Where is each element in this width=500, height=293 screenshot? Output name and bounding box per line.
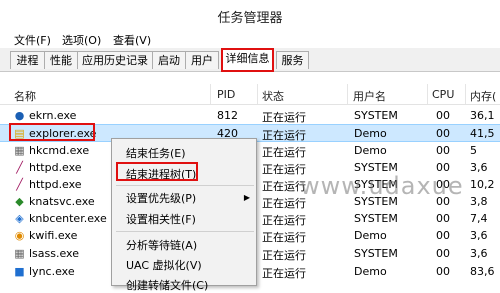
tab-startup[interactable]: 启动 [152,51,186,69]
title-bar: 任务管理器 [0,0,500,31]
menu-uac-virtualization[interactable]: UAC 虚拟化(V) [126,257,202,273]
end-process-tree-highlight [116,162,198,181]
tab-processes[interactable]: 进程 [10,51,45,69]
lsass-icon: ▦ [14,247,25,260]
window-title: 任务管理器 [217,11,283,26]
lync-icon: ■ [14,265,25,278]
column-status[interactable]: 状态 [262,88,284,104]
menu-end-task[interactable]: 结束任务(E) [126,145,186,161]
menu-options[interactable]: 选项(O) [62,32,101,48]
hkcmd-icon: ▦ [14,144,25,157]
menu-set-priority[interactable]: 设置优先级(P) [126,190,196,206]
ekrn-icon: ● [14,109,25,122]
column-name[interactable]: 名称 [14,88,36,104]
knatsvc-icon: ◆ [15,195,24,208]
submenu-arrow-icon: ▶ [243,193,250,202]
watermark-text: www.udaxue [300,172,464,200]
httpd-icon: ╱ [16,161,23,174]
details-tab-highlight [221,48,274,72]
menu-create-dump[interactable]: 创建转储文件(C) [126,277,208,293]
menu-file[interactable]: 文件(F) [14,32,51,48]
context-menu: 结束任务(E) 结束进程树(T) 设置优先级(P) ▶ 设置相关性(F) 分析等… [111,138,257,292]
menu-set-affinity[interactable]: 设置相关性(F) [126,211,196,227]
tab-services[interactable]: 服务 [276,51,309,69]
menu-view[interactable]: 查看(V) [113,32,151,48]
tab-users[interactable]: 用户 [185,51,219,69]
column-cpu[interactable]: CPU [432,88,454,101]
menu-bar: 文件(F) 选项(O) 查看(V) [0,31,500,48]
httpd-icon: ╱ [16,178,23,191]
knbcenter-icon: ◈ [15,212,24,225]
table-header: 名称 PID 状态 用户名 CPU 内存( [0,84,500,105]
column-memory[interactable]: 内存( [470,88,496,104]
column-user[interactable]: 用户名 [353,88,386,104]
tab-app-history[interactable]: 应用历史记录 [77,51,153,69]
tab-performance[interactable]: 性能 [44,51,78,69]
explorer-row-highlight [9,123,95,141]
kwifi-icon: ◉ [14,229,25,242]
column-pid[interactable]: PID [217,88,235,101]
menu-analyze-wait-chain[interactable]: 分析等待链(A) [126,237,197,253]
